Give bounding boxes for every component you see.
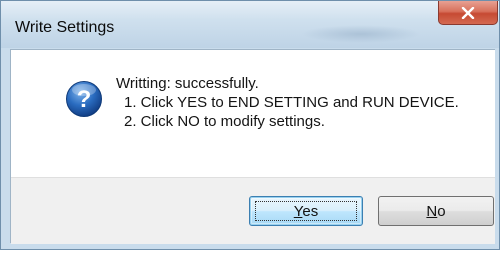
message-line-status: Writting: successfully.	[116, 75, 259, 92]
yes-button[interactable]: Yes	[249, 196, 363, 226]
svg-text:?: ?	[77, 86, 92, 113]
message-line-no: 2. Click NO to modify settings.	[124, 113, 325, 130]
focus-rectangle	[255, 201, 357, 221]
dialog-content: ? Writting: successfully. 1. Click YES t…	[10, 49, 495, 244]
close-button[interactable]	[438, 1, 498, 25]
question-icon: ?	[66, 81, 102, 117]
no-label: No	[426, 202, 446, 220]
dialog-message: Writting: successfully. 1. Click YES to …	[116, 74, 486, 131]
close-icon	[461, 6, 475, 19]
dialog-window: Write Settings ? Writting: successfully.…	[0, 0, 500, 250]
window-title: Write Settings	[15, 19, 115, 36]
title-bar[interactable]: Write Settings	[1, 1, 499, 48]
no-button[interactable]: No	[378, 196, 494, 226]
message-line-yes: 1. Click YES to END SETTING and RUN DEVI…	[124, 94, 459, 111]
